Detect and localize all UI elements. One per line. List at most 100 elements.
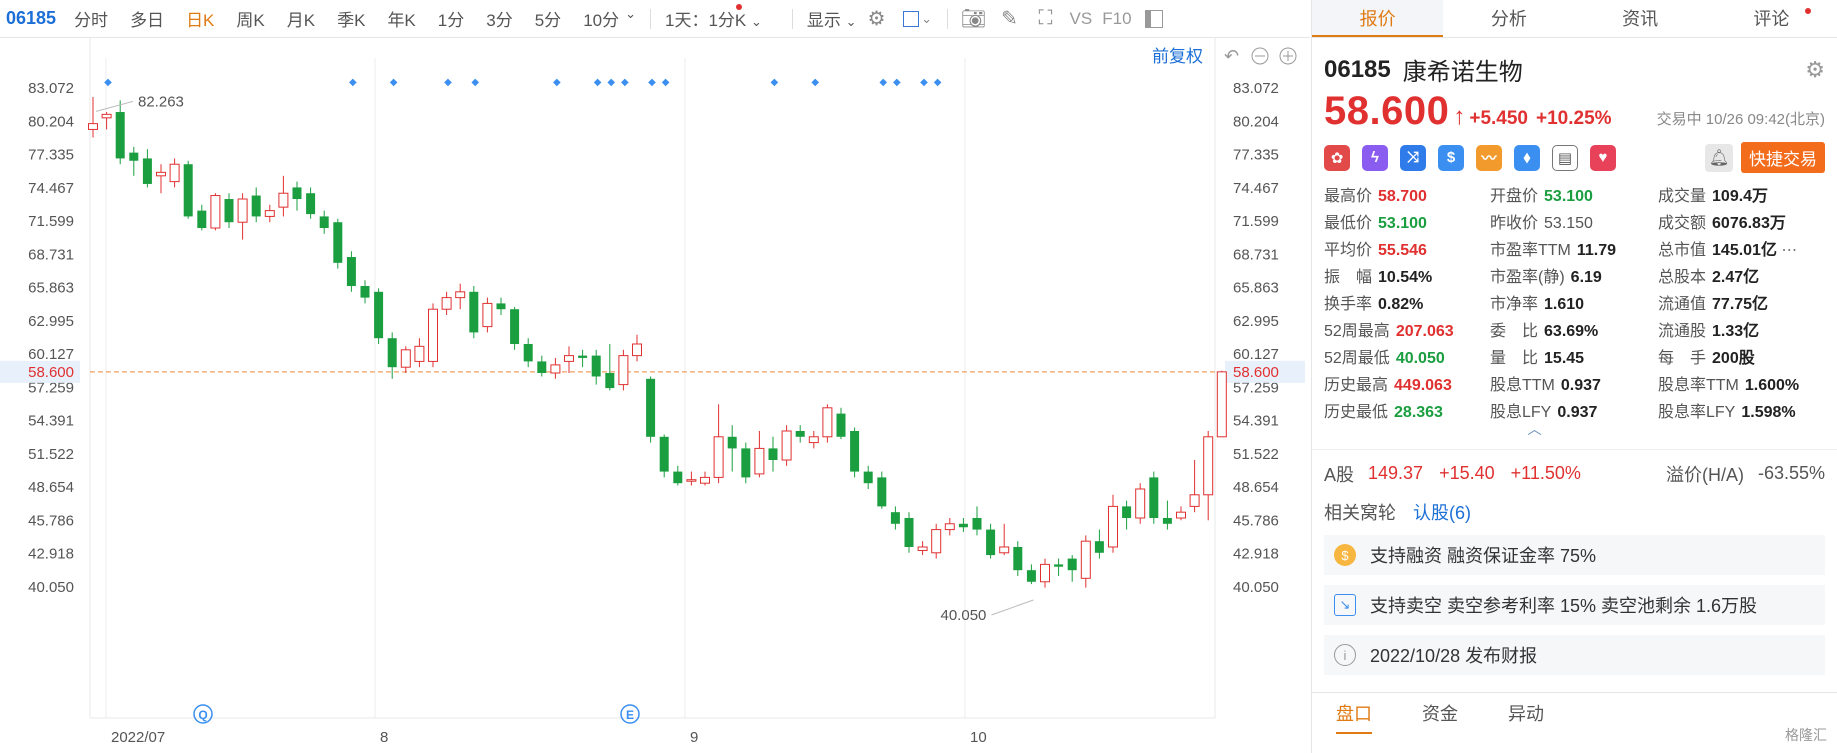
candle-body-down[interactable]: [659, 436, 669, 472]
checkbox-dropdown-icon[interactable]: ⌄: [901, 7, 935, 31]
candle-body-down[interactable]: [115, 112, 125, 159]
candle-body-up[interactable]: [781, 430, 792, 461]
candle-body-up[interactable]: [400, 349, 411, 368]
candle-body-up[interactable]: [441, 297, 452, 310]
candle-body-down[interactable]: [768, 448, 778, 460]
candle-body-up[interactable]: [101, 113, 112, 119]
event-dot-icon[interactable]: ◆: [390, 77, 398, 88]
candle-body-up[interactable]: [999, 546, 1010, 554]
candle-body-up[interactable]: [564, 355, 574, 362]
period-tab-7[interactable]: 1分: [438, 6, 464, 31]
f10-button[interactable]: F10: [1102, 9, 1131, 29]
candle-body-down[interactable]: [795, 430, 805, 437]
tag-icon[interactable]: ⬧: [1514, 144, 1540, 171]
candle-body-up[interactable]: [210, 195, 221, 229]
candle-body-down[interactable]: [142, 158, 152, 184]
bottom-tab-1[interactable]: 资金: [1422, 700, 1458, 726]
candle-body-down[interactable]: [292, 187, 302, 200]
fullscreen-icon[interactable]: ⛶: [1034, 7, 1058, 31]
candle-body-down[interactable]: [374, 291, 384, 339]
event-dot-icon[interactable]: ◆: [553, 77, 561, 88]
candle-body-up[interactable]: [1135, 488, 1146, 519]
event-dot-icon[interactable]: ◆: [648, 77, 656, 88]
panel-tab-1[interactable]: 分析: [1443, 0, 1574, 37]
event-dot-icon[interactable]: ◆: [879, 77, 887, 88]
candle-body-up[interactable]: [822, 407, 833, 438]
candle-body-up[interactable]: [1176, 511, 1186, 519]
candle-body-up[interactable]: [808, 436, 819, 444]
shuffle-icon[interactable]: ⤨: [1400, 144, 1426, 171]
period-tab-10[interactable]: 10分: [583, 6, 619, 31]
kline-chart[interactable]: 83.072 83.072 80.204 80.204 77.335 77.335 74.4…: [0, 38, 1310, 753]
candle-body-down[interactable]: [1026, 570, 1036, 582]
candle-body-down[interactable]: [537, 361, 547, 374]
candle-body-down[interactable]: [1067, 558, 1077, 571]
panel-tab-2[interactable]: 资讯: [1575, 0, 1706, 37]
candle-body-down[interactable]: [741, 448, 751, 478]
candle-body-up[interactable]: [917, 546, 928, 551]
candle-body-down[interactable]: [673, 471, 683, 484]
candle-body-down[interactable]: [129, 152, 139, 161]
period-tab-8[interactable]: 3分: [486, 6, 512, 31]
candle-body-down[interactable]: [877, 477, 887, 507]
candle-body-down[interactable]: [836, 413, 846, 437]
heart-icon[interactable]: ♥: [1590, 144, 1616, 171]
short-info[interactable]: ↘ 支持卖空 卖空参考利率 15% 卖空池剩余 1.6万股: [1324, 585, 1825, 625]
candle-body-up[interactable]: [686, 479, 697, 482]
candle-body-down[interactable]: [972, 517, 982, 530]
candle-body-down[interactable]: [646, 378, 656, 437]
candle-body-up[interactable]: [700, 476, 710, 484]
candle-body-down[interactable]: [1094, 541, 1104, 553]
event-dot-icon[interactable]: ◆: [349, 77, 357, 88]
candle-body-down[interactable]: [1162, 517, 1172, 524]
bell-icon[interactable]: 🔔︎: [1705, 143, 1733, 172]
candle-body-down[interactable]: [578, 355, 588, 358]
event-dot-icon[interactable]: ◆: [607, 77, 615, 88]
candle-body-up[interactable]: [278, 192, 289, 208]
earnings-info[interactable]: i 2022/10/28 发布财报: [1324, 635, 1825, 675]
chevron-down-icon[interactable]: ⌄: [625, 6, 636, 31]
candle-body-down[interactable]: [333, 222, 343, 263]
event-dot-icon[interactable]: ◆: [893, 77, 901, 88]
bottom-tab-0[interactable]: 盘口: [1336, 700, 1372, 734]
candle-body-up[interactable]: [632, 343, 642, 357]
event-dot-icon[interactable]: ◆: [920, 77, 928, 88]
candle-body-down[interactable]: [727, 436, 737, 449]
candle-body-down[interactable]: [850, 430, 860, 472]
trend-icon[interactable]: 〰: [1476, 144, 1502, 171]
warrants-link[interactable]: 认股(6): [1413, 503, 1471, 523]
candle-body-down[interactable]: [1013, 546, 1023, 571]
panel-tab-3[interactable]: 评论: [1706, 0, 1837, 37]
pencil-icon[interactable]: ✎: [998, 7, 1022, 31]
candle-body-down[interactable]: [224, 199, 234, 223]
candle-body-up[interactable]: [169, 163, 180, 183]
candle-body-up[interactable]: [428, 308, 438, 362]
lightning-icon[interactable]: ϟ: [1362, 144, 1388, 171]
candle-body-up[interactable]: [237, 198, 248, 223]
candle-body-up[interactable]: [1040, 563, 1050, 583]
period-tab-6[interactable]: 年K: [387, 6, 415, 31]
dollar-icon[interactable]: $: [1438, 144, 1464, 171]
margin-info[interactable]: $ 支持融资 融资保证金率 75%: [1324, 535, 1825, 575]
vs-button[interactable]: VS: [1070, 9, 1093, 29]
period-tab-2[interactable]: 日K: [186, 6, 214, 31]
candle-body-down[interactable]: [306, 193, 316, 215]
candle-body-up[interactable]: [455, 291, 466, 299]
event-dot-icon[interactable]: ◆: [811, 77, 819, 88]
candle-body-down[interactable]: [863, 471, 873, 484]
candle-body-down[interactable]: [1122, 506, 1132, 518]
candle-body-down[interactable]: [1149, 477, 1159, 518]
a-share-row[interactable]: A股 149.37 +15.40 +11.50% 溢价(H/A) -63.55%: [1312, 449, 1837, 485]
candle-body-up[interactable]: [482, 302, 493, 328]
gear-icon[interactable]: ⚙: [1805, 57, 1825, 83]
undo-icon[interactable]: ↶: [1224, 46, 1239, 66]
candle-body-up[interactable]: [944, 523, 955, 531]
period-tab-0[interactable]: 分时: [74, 6, 108, 31]
event-dot-icon[interactable]: ◆: [621, 77, 629, 88]
period-select[interactable]: 1天：1分K ⌄: [665, 6, 762, 31]
quick-trade-button[interactable]: 快捷交易: [1741, 142, 1825, 173]
candle-body-down[interactable]: [346, 257, 356, 287]
candle-body-up[interactable]: [618, 355, 629, 386]
candle-body-up[interactable]: [550, 364, 561, 374]
candle-body-down[interactable]: [496, 303, 506, 310]
